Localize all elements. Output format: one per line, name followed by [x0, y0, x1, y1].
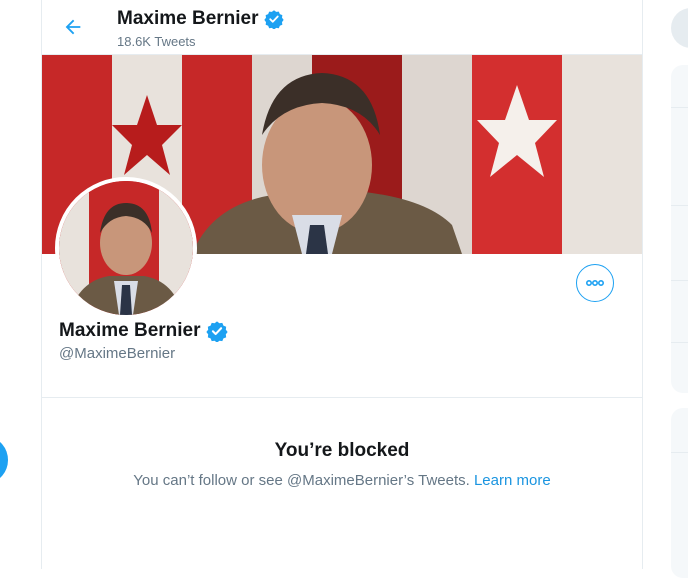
profile-header-bar: Maxime Bernier 18.6K Tweets — [42, 0, 642, 55]
profile-avatar[interactable] — [55, 177, 197, 319]
header-title: Maxime Bernier — [117, 8, 259, 29]
profile-handle: @MaximeBernier — [59, 345, 176, 362]
search-field[interactable] — [671, 8, 688, 48]
trends-card — [671, 65, 688, 393]
tweet-count: 18.6K Tweets — [117, 34, 196, 49]
blocked-message: You can’t follow or see @MaximeBernier’s… — [133, 472, 474, 489]
learn-more-link[interactable]: Learn more — [474, 472, 551, 489]
more-horizontal-icon — [585, 279, 605, 287]
verified-badge-icon — [263, 9, 284, 29]
arrow-left-icon — [65, 19, 81, 35]
who-to-follow-card — [671, 408, 688, 578]
header-title-row: Maxime Bernier — [117, 8, 284, 30]
profile-name: Maxime Bernier — [59, 320, 201, 341]
card-divider — [671, 205, 688, 206]
card-divider — [671, 280, 688, 281]
section-divider — [42, 397, 642, 398]
blocked-title: You’re blocked — [274, 440, 410, 461]
profile-name-row: Maxime Bernier — [59, 320, 228, 342]
card-divider — [671, 107, 688, 108]
card-divider — [671, 452, 688, 453]
back-button[interactable] — [60, 14, 86, 40]
verified-badge-icon — [205, 320, 228, 342]
profile-column: Maxime Bernier 18.6K Tweets Maxime Berni… — [41, 0, 643, 569]
compose-tweet-button[interactable] — [0, 438, 8, 482]
blocked-message-row: You can’t follow or see @MaximeBernier’s… — [42, 472, 642, 489]
card-divider — [671, 342, 688, 343]
more-options-button[interactable] — [576, 264, 614, 302]
